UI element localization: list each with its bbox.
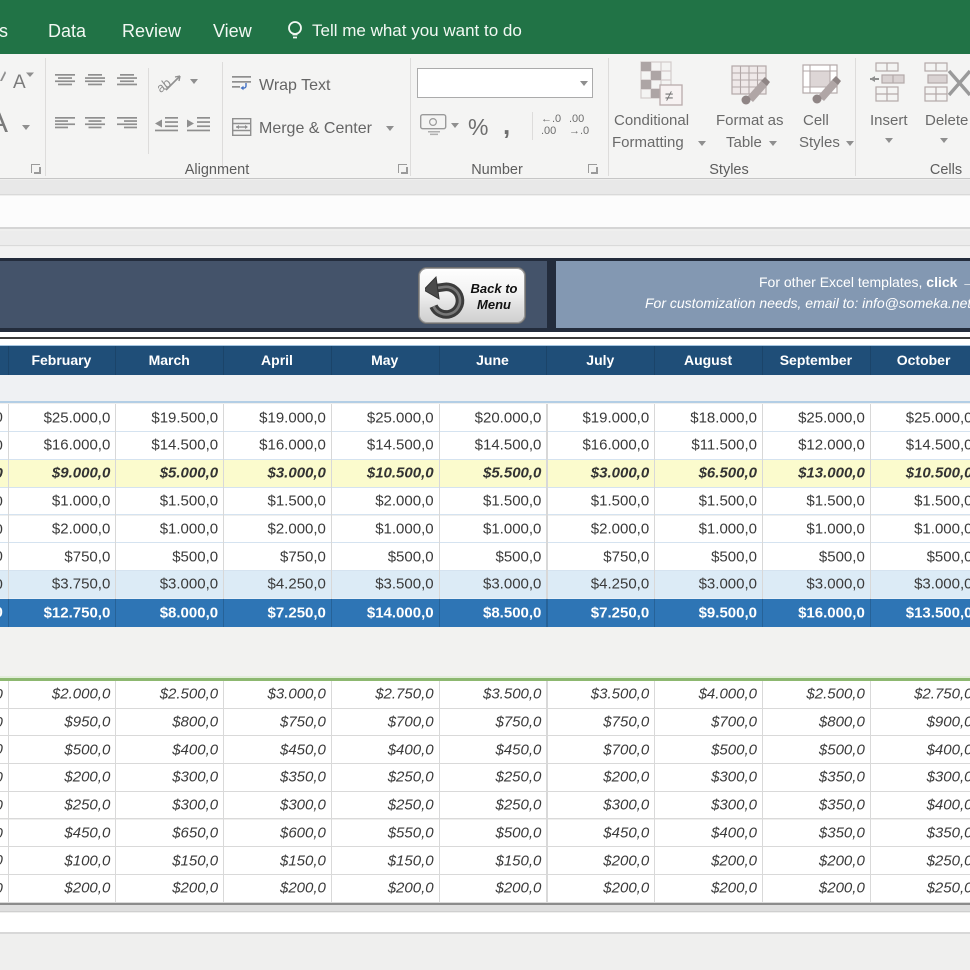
svg-text:≠: ≠ [665,88,673,105]
